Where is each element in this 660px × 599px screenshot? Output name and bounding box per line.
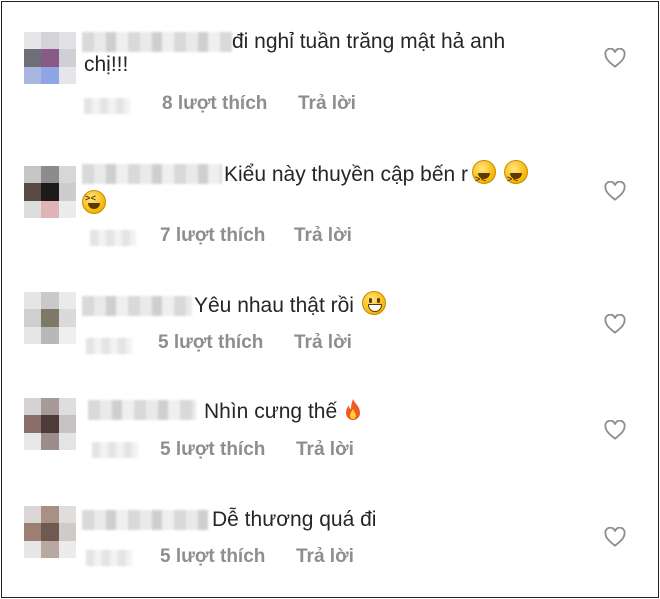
- avatar[interactable]: [24, 32, 76, 84]
- laugh-emoji-icon: [82, 190, 106, 214]
- comment-text: Dễ thương quá đi: [212, 508, 377, 531]
- heart-outline-icon[interactable]: [604, 48, 626, 68]
- like-count[interactable]: 8 lượt thích: [162, 93, 267, 115]
- username[interactable]: [88, 400, 196, 420]
- reply-button[interactable]: Trả lời: [294, 332, 352, 354]
- like-count[interactable]: 7 lượt thích: [160, 225, 265, 247]
- username[interactable]: [82, 296, 192, 316]
- avatar[interactable]: [24, 398, 76, 450]
- heart-outline-icon[interactable]: [604, 181, 626, 201]
- reply-button[interactable]: Trả lời: [296, 439, 354, 461]
- username[interactable]: [82, 164, 222, 184]
- reply-button[interactable]: Trả lời: [294, 225, 352, 247]
- heart-outline-icon[interactable]: [604, 527, 626, 547]
- timestamp: [84, 98, 130, 114]
- comment-text: đi nghỉ tuần trăng mật hả anh: [232, 30, 506, 53]
- comment-text-continued: [82, 190, 106, 216]
- avatar[interactable]: [24, 506, 76, 558]
- reply-button[interactable]: Trả lời: [298, 93, 356, 115]
- like-count[interactable]: 5 lượt thích: [160, 546, 265, 568]
- laugh-emoji-icon: [504, 160, 529, 195]
- reply-button[interactable]: Trả lời: [296, 546, 354, 568]
- comment-text: Nhìn cưng thế: [204, 396, 363, 428]
- avatar[interactable]: [24, 166, 76, 218]
- comment-text-body: Nhìn cưng thế: [204, 400, 338, 423]
- timestamp: [90, 230, 136, 246]
- timestamp: [86, 338, 132, 354]
- comment-text-continued: chị!!!: [84, 53, 129, 76]
- like-count[interactable]: 5 lượt thích: [160, 439, 265, 461]
- comment-text-body: Kiểu này thuyền cập bến r: [224, 163, 469, 186]
- timestamp: [86, 550, 132, 566]
- comment-text: Yêu nhau thật rồi: [194, 290, 386, 322]
- username[interactable]: [82, 510, 208, 530]
- like-count[interactable]: 5 lượt thích: [158, 332, 263, 354]
- heart-outline-icon[interactable]: [604, 314, 626, 334]
- smile-emoji-icon: [361, 291, 386, 315]
- timestamp: [92, 442, 138, 458]
- comment-text-body: Yêu nhau thật rồi: [194, 294, 354, 317]
- heart-outline-icon[interactable]: [604, 420, 626, 440]
- avatar[interactable]: [24, 292, 76, 344]
- comments-panel: đi nghỉ tuần trăng mật hả anh chị!!! 8 l…: [1, 1, 659, 598]
- laugh-emoji-icon: [472, 160, 497, 195]
- comment-text: Kiểu này thuyền cập bến r: [224, 159, 529, 195]
- fire-emoji-icon: [346, 399, 361, 420]
